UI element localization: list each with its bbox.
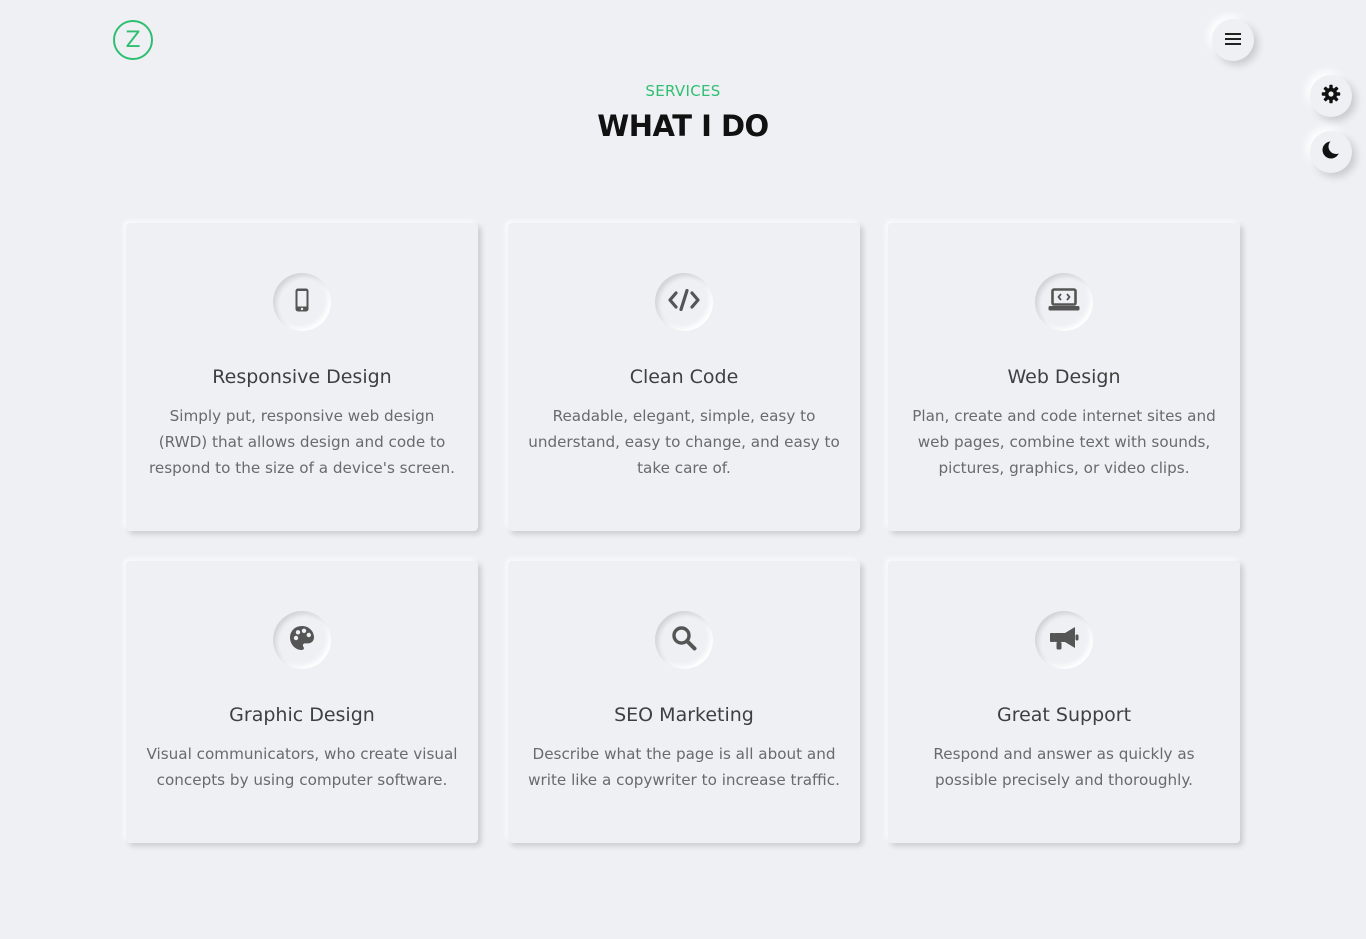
service-title: Responsive Design bbox=[212, 366, 392, 388]
service-title: SEO Marketing bbox=[614, 704, 754, 726]
service-card-seo-marketing: SEO Marketing Describe what the page is … bbox=[508, 561, 860, 843]
service-description: Simply put, responsive web design (RWD) … bbox=[148, 407, 455, 477]
palette-icon bbox=[289, 625, 315, 655]
service-icon-wrapper bbox=[1035, 611, 1093, 669]
service-title: Clean Code bbox=[629, 366, 739, 388]
service-description: Plan, create and code internet sites and… bbox=[912, 407, 1216, 477]
megaphone-icon bbox=[1049, 625, 1079, 655]
service-title: Great Support bbox=[996, 704, 1132, 726]
service-description: Describe what the page is all about and … bbox=[528, 745, 840, 789]
laptop-code-icon bbox=[1048, 288, 1080, 316]
service-icon-wrapper bbox=[655, 273, 713, 331]
service-card-clean-code: Clean Code Readable, elegant, simple, ea… bbox=[508, 223, 860, 531]
service-icon-wrapper bbox=[273, 611, 331, 669]
service-icon-wrapper bbox=[1035, 273, 1093, 331]
service-card-great-support: Great Support Respond and answer as quic… bbox=[888, 561, 1240, 843]
section-title: WHAT I DO bbox=[597, 109, 769, 143]
service-description: Readable, elegant, simple, easy to under… bbox=[528, 407, 840, 477]
service-description: Respond and answer as quickly as possibl… bbox=[933, 745, 1195, 789]
service-icon-wrapper bbox=[655, 611, 713, 669]
service-icon-wrapper bbox=[273, 273, 331, 331]
moon-icon bbox=[1321, 139, 1344, 164]
page: Z SERVICES WHAT I DO Responsive Design S… bbox=[0, 0, 1366, 939]
service-description: Visual communicators, who create visual … bbox=[146, 745, 458, 789]
service-card-responsive-design: Responsive Design Simply put, responsive… bbox=[126, 223, 478, 531]
code-icon bbox=[668, 288, 700, 315]
logo-letter: Z bbox=[125, 27, 141, 53]
logo[interactable]: Z bbox=[113, 20, 153, 60]
menu-button[interactable] bbox=[1212, 19, 1254, 61]
service-title: Web Design bbox=[1007, 366, 1121, 388]
service-card-web-design: Web Design Plan, create and code interne… bbox=[888, 223, 1240, 531]
section-eyebrow: SERVICES bbox=[645, 82, 721, 100]
service-title: Graphic Design bbox=[229, 704, 375, 726]
mobile-phone-icon bbox=[292, 288, 312, 316]
search-icon bbox=[671, 625, 697, 655]
hamburger-menu-icon bbox=[1224, 31, 1242, 50]
service-card-graphic-design: Graphic Design Visual communicators, who… bbox=[126, 561, 478, 843]
